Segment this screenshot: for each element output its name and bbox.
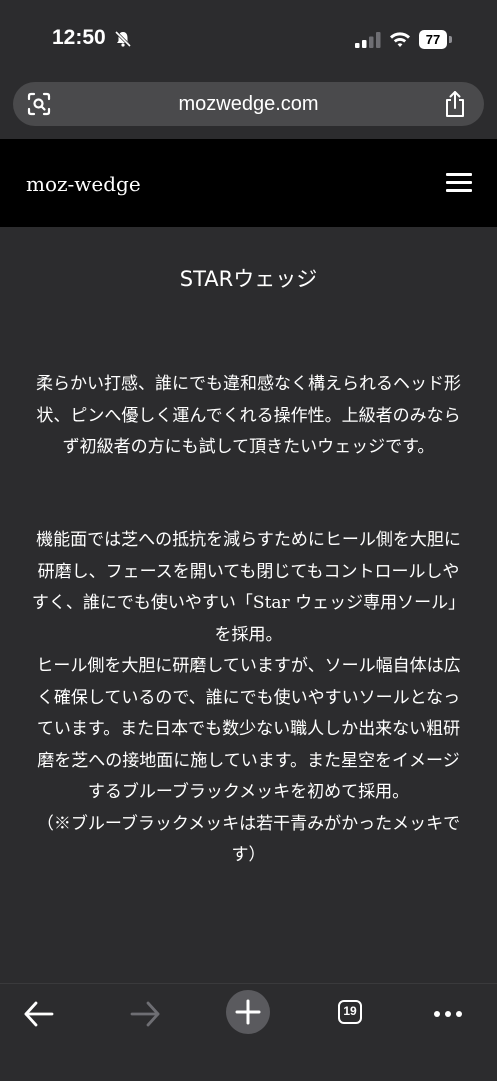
tabs-button[interactable]: 19 xyxy=(330,992,374,1036)
product-title: STARウェッジ xyxy=(179,267,318,291)
scan-icon[interactable] xyxy=(27,92,51,116)
cell-signal-icon xyxy=(355,32,381,48)
bottom-toolbar: 19 xyxy=(0,983,497,1081)
main-content: STARウェッジ 柔らかい打感、誰にでも違和感なく構えられるヘッド形状、ピンへ優… xyxy=(0,227,497,983)
battery-icon: 77 xyxy=(419,30,453,50)
back-arrow-icon[interactable] xyxy=(18,992,62,1036)
more-dots-icon[interactable] xyxy=(426,992,470,1036)
hamburger-menu-icon[interactable] xyxy=(446,173,472,193)
bell-muted-icon xyxy=(114,30,132,48)
site-title[interactable]: moz-wedge xyxy=(26,139,141,227)
share-icon[interactable] xyxy=(443,90,467,118)
forward-arrow-icon[interactable] xyxy=(122,992,166,1036)
plus-icon xyxy=(235,999,261,1025)
battery-level: 77 xyxy=(419,30,447,49)
status-time: 12:50 xyxy=(52,26,106,49)
new-tab-button[interactable] xyxy=(226,990,270,1034)
site-header: moz-wedge xyxy=(0,139,497,227)
tabs-icon: 19 xyxy=(338,1000,362,1024)
status-bar: 12:50 77 xyxy=(0,0,497,80)
description-paragraph-1: 柔らかい打感、誰にでも違和感なく構えられるヘッド形状、ピンへ優しく運んでくれる操… xyxy=(36,374,461,457)
url-bar[interactable]: mozwedge.com xyxy=(13,82,484,126)
description-paragraph-2: 機能面では芝への抵抗を減らすためにヒール側を大胆に研磨し、フェースを開いても閉じ… xyxy=(31,530,466,865)
wifi-icon xyxy=(390,32,410,47)
battery-tip xyxy=(449,36,452,43)
url-text[interactable]: mozwedge.com xyxy=(73,82,424,126)
